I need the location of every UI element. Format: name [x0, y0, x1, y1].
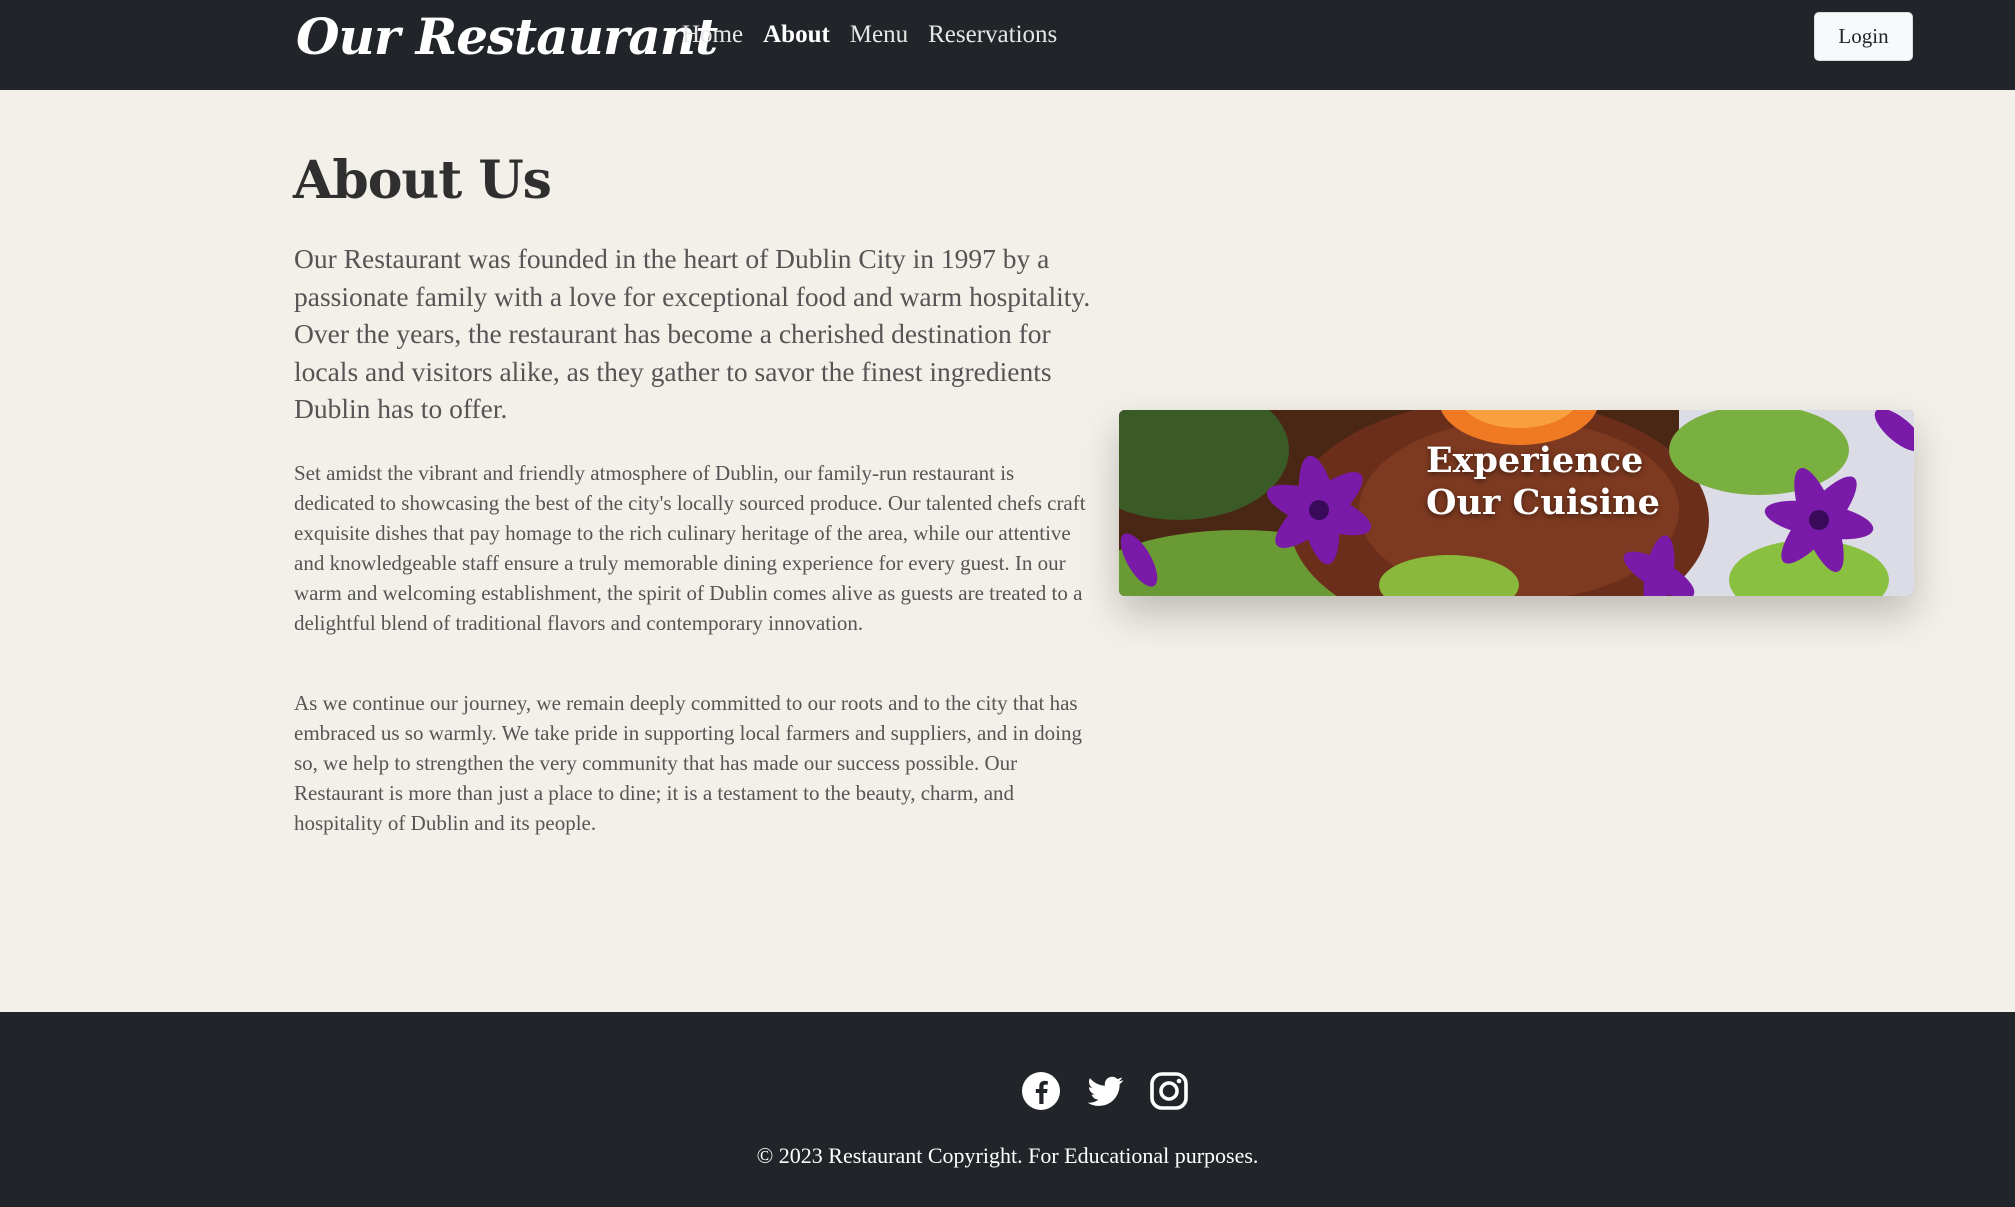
nav-link-reservations[interactable]: Reservations: [928, 21, 1057, 49]
nav-link-about[interactable]: About: [763, 21, 830, 49]
footer: [0, 1012, 2015, 1207]
nav-link-menu[interactable]: Menu: [850, 21, 908, 49]
body-paragraph-1: Set amidst the vibrant and friendly atmo…: [294, 461, 1086, 635]
page-title: About Us: [293, 150, 552, 211]
body-paragraph-2: As we continue our journey, we remain de…: [294, 691, 1082, 835]
facebook-icon[interactable]: [1021, 1071, 1061, 1111]
copyright-text: © 2023 Restaurant Copyright. For Educati…: [756, 1143, 1259, 1168]
brand-logo[interactable]: Our Restaurant: [296, 4, 718, 70]
nav-link-home[interactable]: Home: [682, 21, 743, 49]
navbar: Our Restaurant Home About Menu Reservati…: [0, 0, 2015, 90]
cuisine-banner: Experience Our Cuisine: [1119, 410, 1914, 596]
instagram-icon[interactable]: [1149, 1071, 1189, 1111]
lead-paragraph: Our Restaurant was founded in the heart …: [294, 243, 1091, 425]
twitter-icon[interactable]: [1085, 1071, 1125, 1111]
banner-caption: Experience Our Cuisine: [1426, 440, 1660, 523]
nav-links: Home About Menu Reservations: [682, 0, 1077, 70]
social-links: [1021, 1071, 1189, 1111]
login-button[interactable]: Login: [1814, 12, 1913, 61]
